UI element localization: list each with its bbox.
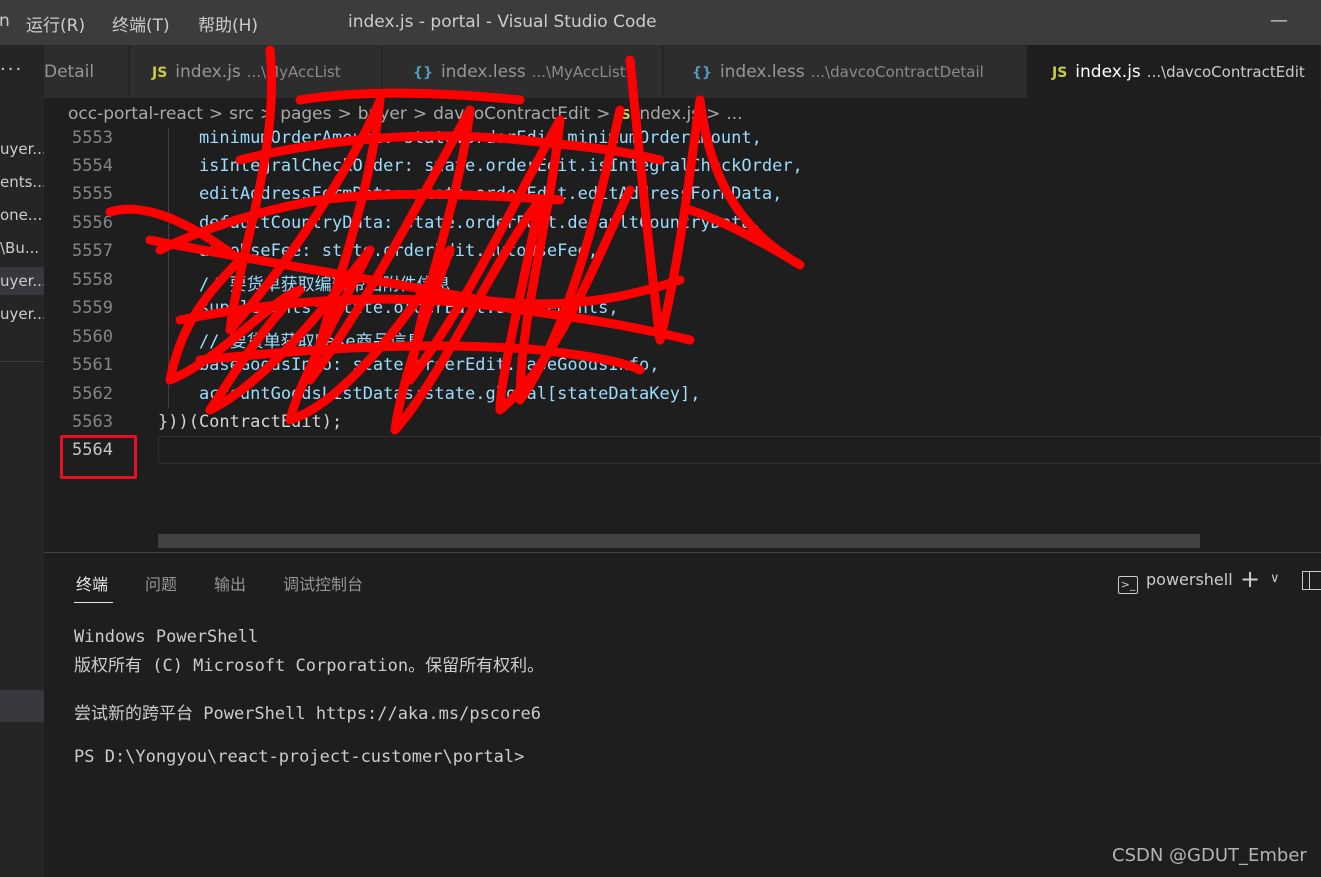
window-title: index.js - portal - Visual Studio Code <box>348 12 657 32</box>
breadcrumb-item[interactable]: ... <box>726 104 742 124</box>
tab-path: ...\davcoContractEdit <box>1146 63 1305 81</box>
code-text: autoUseFee: state.orderEdit.autoUseFee, <box>158 241 599 261</box>
explorer-highlight-row[interactable] <box>0 690 44 722</box>
tab-index-js-davcocontractedit[interactable]: JS index.js ...\davcoContractEdit <box>1028 45 1321 98</box>
code-line[interactable]: 5562 accountGoodsListDatas:state.global[… <box>44 380 1321 408</box>
line-number: 5557 <box>72 241 113 261</box>
breadcrumb-item[interactable]: src <box>229 104 254 124</box>
tab-index-less-myacclist[interactable]: {} index.less ...\MyAccList <box>383 45 663 98</box>
code-text: minimumOrderAmount: state.orderEdit.mini… <box>158 128 762 148</box>
code-text: accountGoodsListDatas:state.global[state… <box>158 384 701 404</box>
explorer-item[interactable]: one... <box>0 201 44 229</box>
tab-label: Detail <box>44 62 95 82</box>
less-file-icon: {} <box>692 65 712 81</box>
line-number: 5563 <box>72 412 113 432</box>
code-comment: // 要货单获取base商品信息 <box>158 332 424 352</box>
split-terminal-icon[interactable] <box>1302 571 1321 590</box>
line-number: 5562 <box>72 384 113 404</box>
code-line[interactable]: 5561 baseGoodsInfo: state.orderEdit.base… <box>44 351 1321 379</box>
explorer-item[interactable]: uyer... <box>0 135 44 163</box>
tab-path: ...\MyAccList <box>531 63 626 81</box>
code-text: isIntegralCheckOrder: state.orderEdit.is… <box>158 156 803 176</box>
tab-label: index.less <box>719 62 805 82</box>
tab-path: ...\MyAccList <box>246 63 341 81</box>
editor-tab-bar: Detail JS index.js ...\MyAccList {} index.l… <box>44 45 1321 98</box>
js-file-icon: JS <box>616 108 631 123</box>
code-text: supplements: state.orderEdit.supplements… <box>158 298 619 318</box>
explorer-divider <box>0 361 44 362</box>
code-line[interactable]: 5559 supplements: state.orderEdit.supple… <box>44 294 1321 322</box>
line-number: 5554 <box>72 156 113 176</box>
panel-tab-output[interactable]: 输出 <box>214 571 246 595</box>
terminal-prompt[interactable]: PS D:\Yongyou\react-project-customer\por… <box>74 747 524 767</box>
js-file-icon: JS <box>1052 65 1068 81</box>
code-text: defaultCountryData: state.orderEdit.defa… <box>158 213 762 233</box>
menu-run[interactable]: 运行(R) <box>26 11 85 36</box>
tab-path: ...\davcoContractDetail <box>810 63 984 81</box>
breadcrumb-item[interactable]: pages <box>280 104 331 124</box>
line-number: 5553 <box>72 128 113 148</box>
breadcrumb: occ-portal-react > src > pages > buyer > davcoCo… <box>68 104 743 124</box>
shell-name: powershell <box>1146 570 1233 589</box>
terminal-panel: 终端 问题 输出 调试控制台 >_ powershell + ∨ Windows … <box>44 552 1321 877</box>
tab-index-js-myacclist[interactable]: JS index.js ...\MyAccList <box>130 45 382 98</box>
breadcrumb-item[interactable]: index.js <box>635 104 701 124</box>
menu-terminal[interactable]: 终端(T) <box>112 11 170 36</box>
code-line[interactable]: 5553 minimumOrderAmount: state.orderEdit… <box>44 128 1321 152</box>
line-number: 5561 <box>72 355 113 375</box>
line-number: 5558 <box>72 270 113 290</box>
more-actions-icon[interactable]: ··· <box>0 59 23 80</box>
explorer-item[interactable]: \Bu... <box>0 234 44 262</box>
breadcrumb-item[interactable]: buyer <box>358 104 407 124</box>
explorer-item[interactable]: uyer... <box>0 300 44 328</box>
code-line[interactable]: 5555 editAddressFormData: state.orderEdi… <box>44 180 1321 208</box>
code-line[interactable]: 5558 // 要货单获取编辑带出附件信息 <box>44 266 1321 295</box>
code-text: }))(ContractEdit); <box>158 412 343 432</box>
code-line[interactable]: 5554 isIntegralCheckOrder: state.orderEd… <box>44 152 1321 180</box>
tab-label: index.js <box>175 62 241 82</box>
tab-detail[interactable]: Detail <box>44 45 129 98</box>
active-tab-underline <box>74 602 113 603</box>
terminal-output-line: Windows PowerShell <box>74 627 259 647</box>
terminal-output-line: 尝试新的跨平台 PowerShell https://aka.ms/pscore… <box>74 704 541 724</box>
panel-tab-debug-console[interactable]: 调试控制台 <box>283 571 363 595</box>
breadcrumb-item[interactable]: occ-portal-react <box>68 104 203 124</box>
less-file-icon: {} <box>413 65 433 81</box>
tab-label: index.less <box>440 62 526 82</box>
breadcrumb-item[interactable]: davcoContractEdit <box>433 104 590 124</box>
watermark: CSDN @GDUT_Ember <box>1112 845 1307 866</box>
terminal-shell-selector[interactable]: >_ powershell <box>1118 570 1233 594</box>
tab-index-less-davcocontractdetail[interactable]: {} index.less ...\davcoContractDetail <box>664 45 1027 98</box>
menu-fragment[interactable]: n <box>0 11 10 31</box>
code-text: editAddressFormData: state.orderEdit.edi… <box>158 184 783 204</box>
explorer-item[interactable]: ents... <box>0 168 44 196</box>
code-line-current[interactable]: 5564 <box>44 436 1321 464</box>
code-line[interactable]: 5557 autoUseFee: state.orderEdit.autoUse… <box>44 237 1321 265</box>
minimize-button[interactable]: — <box>1270 10 1288 31</box>
panel-tab-problems[interactable]: 问题 <box>145 571 177 595</box>
horizontal-scrollbar[interactable] <box>158 534 1200 548</box>
panel-tab-terminal[interactable]: 终端 <box>76 571 108 595</box>
code-comment: // 要货单获取编辑带出附件信息 <box>158 275 451 295</box>
code-line[interactable]: 5560 // 要货单获取base商品信息 <box>44 323 1321 352</box>
code-editor[interactable]: 5553 minimumOrderAmount: state.orderEdit… <box>44 128 1321 552</box>
explorer-item-selected[interactable]: uyer... <box>0 267 44 295</box>
line-number: 5559 <box>72 298 113 318</box>
line-number: 5556 <box>72 213 113 233</box>
title-bar: n 运行(R) 终端(T) 帮助(H) index.js - portal - … <box>0 0 1321 45</box>
terminal-icon: >_ <box>1118 576 1138 594</box>
line-number: 5555 <box>72 184 113 204</box>
tab-label: index.js <box>1075 62 1141 82</box>
line-number: 5560 <box>72 327 113 347</box>
add-terminal-icon[interactable]: + <box>1240 565 1260 593</box>
menu-help[interactable]: 帮助(H) <box>198 11 258 36</box>
code-text: baseGoodsInfo: state.orderEdit.baseGoods… <box>158 355 660 375</box>
code-line[interactable]: 5556 defaultCountryData: state.orderEdit… <box>44 209 1321 237</box>
chevron-down-icon[interactable]: ∨ <box>1270 571 1280 586</box>
js-file-icon: JS <box>152 65 168 81</box>
code-line[interactable]: 5563 }))(ContractEdit); <box>44 408 1321 436</box>
line-number-annotation-box <box>60 435 137 479</box>
terminal-output-line: 版权所有 (C) Microsoft Corporation。保留所有权利。 <box>74 656 545 676</box>
explorer-sidebar: ··· uyer... ents... one... \Bu... uyer..… <box>0 45 44 877</box>
